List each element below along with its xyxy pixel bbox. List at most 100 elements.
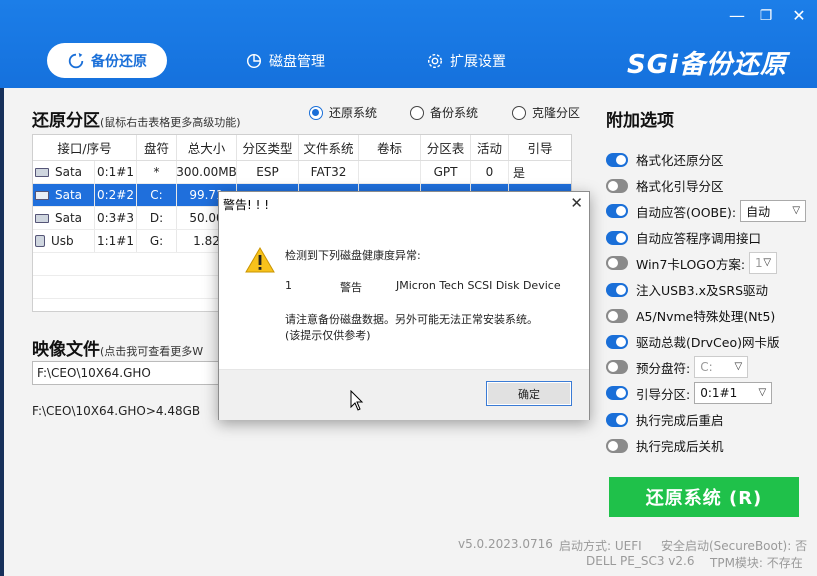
- win7-logo-select[interactable]: 1 ▽: [749, 252, 778, 274]
- toggle-switch[interactable]: [606, 282, 628, 297]
- radio-dot: [512, 105, 526, 120]
- tab-label: 备份还原: [91, 53, 147, 70]
- heading-subtitle: (鼠标右击表格更多高级功能): [100, 116, 241, 129]
- radio-label: 还原系统: [329, 106, 378, 120]
- select-value: 0:1#1: [700, 386, 738, 400]
- hard-disk-icon: [35, 213, 49, 223]
- restore-system-button[interactable]: 还原系统 (R): [609, 477, 799, 517]
- col-header[interactable]: 卷标: [359, 135, 421, 160]
- toggle-switch[interactable]: [606, 178, 628, 193]
- option-drvceo[interactable]: 驱动总裁(DrvCeo)网卡版: [606, 332, 779, 351]
- tab-extended-settings[interactable]: 扩展设置: [426, 43, 506, 78]
- radio-clone-partition[interactable]: 克隆分区: [512, 104, 580, 121]
- tab-label: 磁盘管理: [269, 53, 325, 70]
- restore-partition-heading: 还原分区(鼠标右击表格更多高级功能): [32, 106, 241, 131]
- cell: FAT32: [299, 161, 359, 183]
- cell: G:: [137, 230, 177, 252]
- col-header[interactable]: 盘符: [137, 135, 177, 160]
- image-file-heading: 映像文件(点击我可查看更多W: [32, 335, 203, 360]
- cell: Sata: [55, 188, 83, 202]
- radio-dot: [309, 105, 323, 120]
- option-oobe[interactable]: 自动应答(OOBE): 自动 ▽: [606, 200, 807, 222]
- oobe-select[interactable]: 自动 ▽: [740, 200, 807, 222]
- toggle-switch[interactable]: [606, 334, 628, 349]
- toggle-switch[interactable]: [606, 256, 628, 270]
- top-bar: — ❐ ✕ 备份还原 磁盘管理 扩展设置 SGi备份还原: [0, 0, 817, 88]
- toggle-switch[interactable]: [606, 360, 628, 374]
- option-label: 格式化还原分区: [636, 153, 724, 168]
- predrive-select[interactable]: C: ▽: [694, 356, 749, 378]
- table-header: 接口/序号 盘符 总大小 分区类型 文件系统 卷标 分区表 活动 引导: [33, 135, 571, 161]
- col-header[interactable]: 分区表: [421, 135, 471, 160]
- radio-restore-system[interactable]: 还原系统: [309, 104, 377, 121]
- col-header[interactable]: 活动: [471, 135, 509, 160]
- col-header[interactable]: 分区类型: [237, 135, 299, 160]
- option-win7-logo[interactable]: Win7卡LOGO方案: 1 ▽: [606, 252, 778, 274]
- image-file-info: F:\CEO\10X64.GHO>4.48GB: [32, 404, 201, 418]
- heading-subtitle[interactable]: (点击我可查看更多W: [100, 345, 203, 358]
- option-format-boot[interactable]: 格式化引导分区: [606, 176, 724, 195]
- restore-window-button[interactable]: ❐: [755, 6, 777, 26]
- toggle-switch[interactable]: [606, 412, 628, 427]
- option-predrive[interactable]: 预分盘符: C: ▽: [606, 356, 749, 378]
- model-text: DELL PE_SC3 v2.6: [586, 554, 695, 568]
- col-header[interactable]: 引导: [509, 135, 571, 160]
- boot-partition-select[interactable]: 0:1#1 ▽: [694, 382, 773, 404]
- image-path-input[interactable]: F:\CEO\10X64.GHO: [32, 361, 232, 385]
- brand-logo: SGi备份还原: [627, 50, 787, 80]
- cell: 是: [513, 165, 526, 180]
- app-window: — ❐ ✕ 备份还原 磁盘管理 扩展设置 SGi备份还原 还原分区(鼠标右击表格…: [0, 0, 817, 576]
- heading-text: 映像文件: [32, 340, 100, 360]
- chevron-down-icon: ▽: [763, 257, 772, 268]
- tab-backup-restore[interactable]: 备份还原: [47, 43, 167, 78]
- ok-button[interactable]: 确定: [486, 381, 572, 406]
- cell: 0:1#1: [95, 161, 137, 183]
- mouse-cursor-icon: [350, 390, 364, 411]
- cell: Sata: [55, 211, 83, 225]
- pie-chart-icon: [246, 53, 262, 68]
- option-label: 驱动总裁(DrvCeo)网卡版: [636, 335, 780, 350]
- cell: GPT: [421, 161, 471, 183]
- option-label: 执行完成后重启: [636, 413, 724, 428]
- hard-disk-icon: [35, 190, 49, 200]
- option-answer-interface[interactable]: 自动应答程序调用接口: [606, 228, 761, 247]
- minimize-button[interactable]: —: [726, 6, 748, 26]
- cell: C:: [137, 184, 177, 206]
- option-shutdown-after[interactable]: 执行完成后关机: [606, 436, 724, 455]
- toggle-switch[interactable]: [606, 204, 628, 218]
- option-usb3-srs[interactable]: 注入USB3.x及SRS驱动: [606, 280, 768, 299]
- option-format-restore[interactable]: 格式化还原分区: [606, 150, 724, 169]
- dialog-close-icon[interactable]: ✕: [570, 194, 583, 212]
- toggle-switch[interactable]: [606, 152, 628, 167]
- col-header[interactable]: 文件系统: [299, 135, 359, 160]
- left-border: [0, 88, 4, 576]
- col-header[interactable]: 总大小: [177, 135, 237, 160]
- options-panel: 附加选项 格式化还原分区 格式化引导分区 自动应答(OOBE): 自动 ▽ 自动应…: [592, 100, 817, 530]
- cell: Sata: [55, 165, 83, 179]
- dialog-message-line1: 检测到下列磁盘健康度异常:: [285, 249, 421, 262]
- option-label: A5/Nvme特殊处理(Nt5): [636, 309, 776, 324]
- option-label: 自动应答程序调用接口: [636, 231, 762, 246]
- cell: ESP: [237, 161, 299, 183]
- warning-icon: [245, 247, 275, 273]
- radio-backup-system[interactable]: 备份系统: [410, 104, 478, 121]
- close-button[interactable]: ✕: [788, 6, 810, 26]
- col-header[interactable]: 接口/序号: [33, 135, 137, 160]
- tab-disk-management[interactable]: 磁盘管理: [245, 43, 325, 78]
- toggle-switch[interactable]: [606, 386, 628, 400]
- option-label: 自动应答(OOBE):: [636, 204, 737, 220]
- toggle-switch[interactable]: [606, 308, 628, 323]
- hard-disk-icon: [35, 167, 49, 177]
- cell: 1:1#1: [95, 230, 137, 252]
- table-row[interactable]: Sata 0:1#1 * 300.00MB ESP FAT32 GPT 0 是: [33, 161, 571, 184]
- cell: *: [137, 161, 177, 183]
- radio-label: 克隆分区: [532, 106, 581, 120]
- option-a5-nvme[interactable]: A5/Nvme特殊处理(Nt5): [606, 306, 775, 325]
- dialog-row-number: 1: [285, 279, 292, 292]
- toggle-switch[interactable]: [606, 438, 628, 453]
- option-reboot-after[interactable]: 执行完成后重启: [606, 410, 724, 429]
- select-value: C:: [700, 360, 713, 374]
- option-boot-partition[interactable]: 引导分区: 0:1#1 ▽: [606, 382, 773, 404]
- tab-label: 扩展设置: [450, 53, 506, 70]
- toggle-switch[interactable]: [606, 230, 628, 245]
